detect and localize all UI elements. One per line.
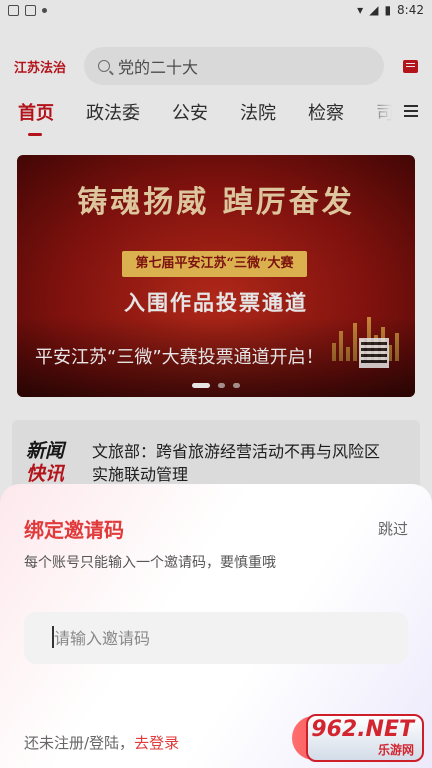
login-prompt: 还未注册/登陆，去登录 xyxy=(24,732,179,753)
dialog-description: 每个账号只能输入一个邀请码，要慎重哦 xyxy=(24,555,276,571)
text-cursor xyxy=(52,626,54,648)
watermark-logo: 962.NET xyxy=(311,716,414,742)
login-prompt-text: 还未注册/登陆， xyxy=(24,734,135,752)
site-watermark: 962.NET 乐游网 xyxy=(306,714,424,762)
dialog-title: 绑定邀请码 xyxy=(24,518,124,542)
skip-button[interactable]: 跳过 xyxy=(378,518,408,539)
invite-code-input[interactable] xyxy=(52,628,382,648)
invite-code-field[interactable] xyxy=(24,612,408,664)
watermark-text: 乐游网 xyxy=(377,742,414,757)
login-link[interactable]: 去登录 xyxy=(134,734,179,752)
